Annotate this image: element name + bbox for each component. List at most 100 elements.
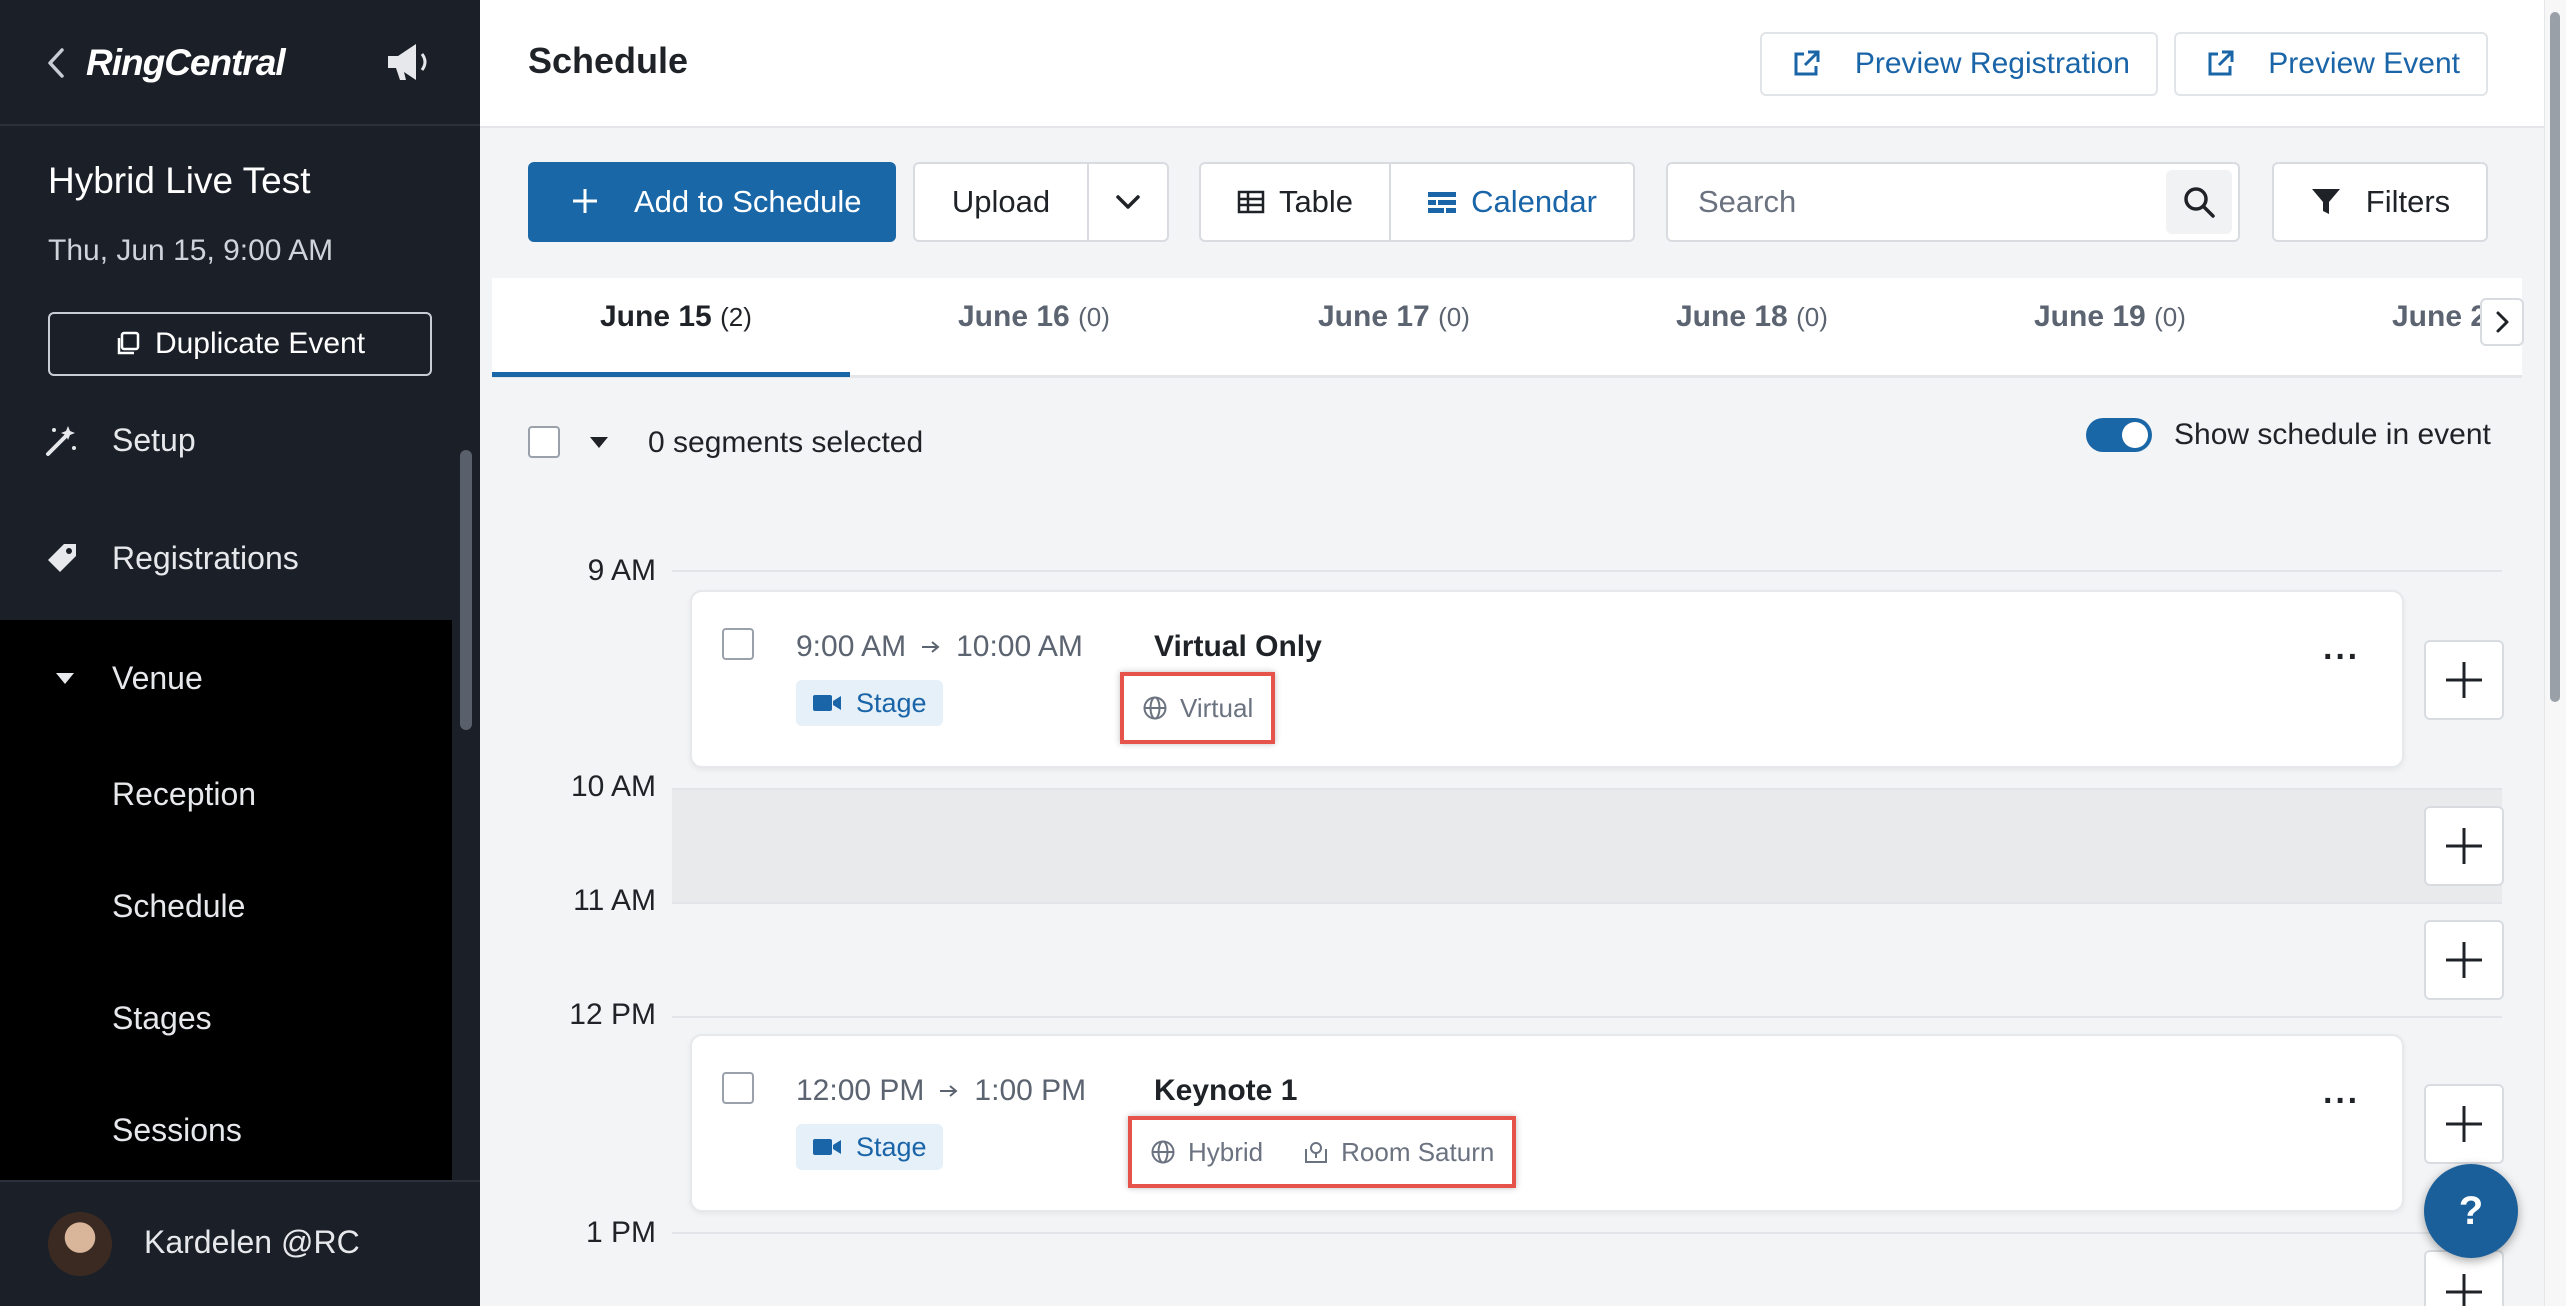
plus-icon bbox=[2444, 1272, 2484, 1306]
ringcentral-logo: RingCentral bbox=[86, 42, 286, 83]
sidebar-item-sessions[interactable]: Sessions bbox=[0, 1106, 452, 1154]
upload-button[interactable]: Upload bbox=[913, 162, 1089, 242]
sidebar-item-label: Stages bbox=[112, 999, 212, 1036]
tab-date: June 17 bbox=[1318, 300, 1430, 333]
chevron-down-icon bbox=[1115, 194, 1141, 210]
tab-date: June 19 bbox=[2034, 300, 2146, 333]
add-to-schedule-label: Add to Schedule bbox=[634, 184, 862, 219]
video-camera-icon bbox=[812, 1136, 842, 1158]
preview-registration-button[interactable]: Preview Registration bbox=[1760, 32, 2158, 96]
tabs-next-button[interactable] bbox=[2480, 298, 2524, 346]
segment-end-time: 1:00 PM bbox=[974, 1074, 1087, 1107]
magic-wand-icon bbox=[44, 422, 80, 458]
add-slot-button[interactable] bbox=[2424, 806, 2504, 886]
search-input[interactable] bbox=[1698, 182, 2118, 222]
filters-button[interactable]: Filters bbox=[2272, 162, 2488, 242]
sidebar-item-reception[interactable]: Reception bbox=[0, 770, 452, 818]
tab-count: (0) bbox=[1438, 302, 1470, 332]
globe-icon bbox=[1142, 695, 1168, 721]
megaphone-icon[interactable] bbox=[384, 40, 432, 84]
add-slot-button[interactable] bbox=[2424, 1250, 2504, 1306]
search-field[interactable] bbox=[1666, 162, 2240, 242]
upload-dropdown-button[interactable] bbox=[1087, 162, 1169, 242]
tab-count: (2) bbox=[720, 302, 752, 332]
preview-event-label: Preview Event bbox=[2268, 47, 2460, 80]
help-button[interactable]: ? bbox=[2424, 1164, 2518, 1258]
hour-label-12pm: 12 PM bbox=[569, 998, 656, 1031]
tab-june-19[interactable]: June 19 (0) bbox=[2034, 300, 2186, 334]
tab-june-15[interactable]: June 15 (2) bbox=[600, 300, 752, 334]
event-date: Thu, Jun 15, 9:00 AM bbox=[48, 234, 334, 267]
plus-icon bbox=[2444, 940, 2484, 980]
segment-format-tags: Hybrid Room Saturn bbox=[1128, 1116, 1517, 1188]
tab-june-17[interactable]: June 17 (0) bbox=[1318, 300, 1470, 334]
schedule-segment-card[interactable]: 12:00 PM 1:00 PM Stage Keynote 1 Hybrid … bbox=[690, 1034, 2404, 1212]
sidebar-scroll-thumb[interactable] bbox=[460, 450, 472, 730]
sidebar-item-label: Sessions bbox=[112, 1111, 242, 1148]
arrow-right-icon bbox=[920, 639, 942, 655]
tab-count: (0) bbox=[1078, 302, 1110, 332]
external-link-icon bbox=[1790, 48, 1822, 80]
table-view-label: Table bbox=[1278, 184, 1354, 219]
page-title: Schedule bbox=[528, 40, 689, 81]
table-view-button[interactable]: Table bbox=[1199, 162, 1391, 242]
tab-date: June 2 bbox=[2392, 300, 2480, 333]
add-slot-button[interactable] bbox=[2424, 920, 2504, 1000]
more-options-button[interactable]: ··· bbox=[2323, 1082, 2360, 1121]
format-label: Hybrid bbox=[1188, 1136, 1264, 1167]
search-button[interactable] bbox=[2166, 170, 2232, 234]
room-label: Room Saturn bbox=[1341, 1136, 1495, 1167]
add-to-schedule-button[interactable]: Add to Schedule bbox=[528, 162, 896, 242]
page-scroll-thumb[interactable] bbox=[2550, 12, 2560, 702]
duplicate-event-button[interactable]: Duplicate Event bbox=[48, 312, 432, 376]
segment-start-time: 9:00 AM bbox=[796, 630, 907, 663]
show-schedule-toggle[interactable] bbox=[2086, 418, 2152, 452]
sidebar-item-stages[interactable]: Stages bbox=[0, 994, 452, 1042]
more-options-button[interactable]: ··· bbox=[2323, 638, 2360, 677]
room-tag: Room Saturn bbox=[1303, 1137, 1494, 1168]
segment-start-time: 12:00 PM bbox=[796, 1074, 925, 1107]
hour-line bbox=[672, 902, 2502, 904]
format-tag: Virtual bbox=[1142, 693, 1253, 724]
stage-label: Stage bbox=[856, 1131, 927, 1162]
external-link-icon bbox=[2204, 48, 2236, 80]
schedule-segment-card[interactable]: 9:00 AM 10:00 AM Stage Virtual Only Virt… bbox=[690, 590, 2404, 768]
segment-time: 12:00 PM 1:00 PM bbox=[796, 1074, 1086, 1108]
add-slot-button[interactable] bbox=[2424, 640, 2504, 720]
hour-line bbox=[672, 1232, 2502, 1234]
preview-event-button[interactable]: Preview Event bbox=[2174, 32, 2488, 96]
user-name[interactable]: Kardelen @RC bbox=[144, 1224, 360, 1261]
tab-june-18[interactable]: June 18 (0) bbox=[1676, 300, 1828, 334]
calendar-view-button[interactable]: Calendar bbox=[1389, 162, 1635, 242]
tab-june-16[interactable]: June 16 (0) bbox=[958, 300, 1110, 334]
back-chevron-icon[interactable] bbox=[44, 46, 68, 80]
sidebar-item-label: Reception bbox=[112, 775, 257, 812]
tab-date: June 18 bbox=[1676, 300, 1788, 333]
tab-june-20[interactable]: June 2 bbox=[2392, 300, 2480, 334]
hour-line bbox=[672, 1016, 2502, 1018]
sidebar-item-label: Setup bbox=[112, 421, 196, 458]
add-slot-button[interactable] bbox=[2424, 1084, 2504, 1164]
avatar[interactable] bbox=[48, 1212, 112, 1276]
sidebar-item-schedule[interactable]: Schedule bbox=[0, 882, 452, 930]
selection-menu-caret-icon[interactable] bbox=[588, 434, 610, 450]
sidebar-item-venue[interactable]: Venue bbox=[0, 654, 452, 702]
search-icon bbox=[2182, 185, 2216, 219]
segments-selected-text: 0 segments selected bbox=[648, 426, 924, 459]
stage-chip: Stage bbox=[796, 1124, 943, 1170]
segment-checkbox[interactable] bbox=[722, 1072, 754, 1104]
plus-icon bbox=[2444, 826, 2484, 866]
plus-icon bbox=[570, 186, 600, 216]
hour-label-10am: 10 AM bbox=[570, 770, 656, 803]
segment-checkbox[interactable] bbox=[722, 628, 754, 660]
toggle-knob bbox=[2122, 422, 2148, 448]
calendar-view-label: Calendar bbox=[1471, 184, 1597, 219]
select-all-checkbox[interactable] bbox=[528, 426, 560, 458]
sidebar-item-setup[interactable]: Setup bbox=[0, 416, 452, 464]
sidebar: RingCentral Hybrid Live Test Thu, Jun 15… bbox=[0, 0, 480, 1306]
room-pin-icon bbox=[1303, 1139, 1329, 1165]
plus-icon bbox=[2444, 1104, 2484, 1144]
sidebar-item-registrations[interactable]: Registrations bbox=[0, 534, 452, 582]
duplicate-event-label: Duplicate Event bbox=[154, 327, 366, 360]
stage-label: Stage bbox=[856, 687, 927, 718]
